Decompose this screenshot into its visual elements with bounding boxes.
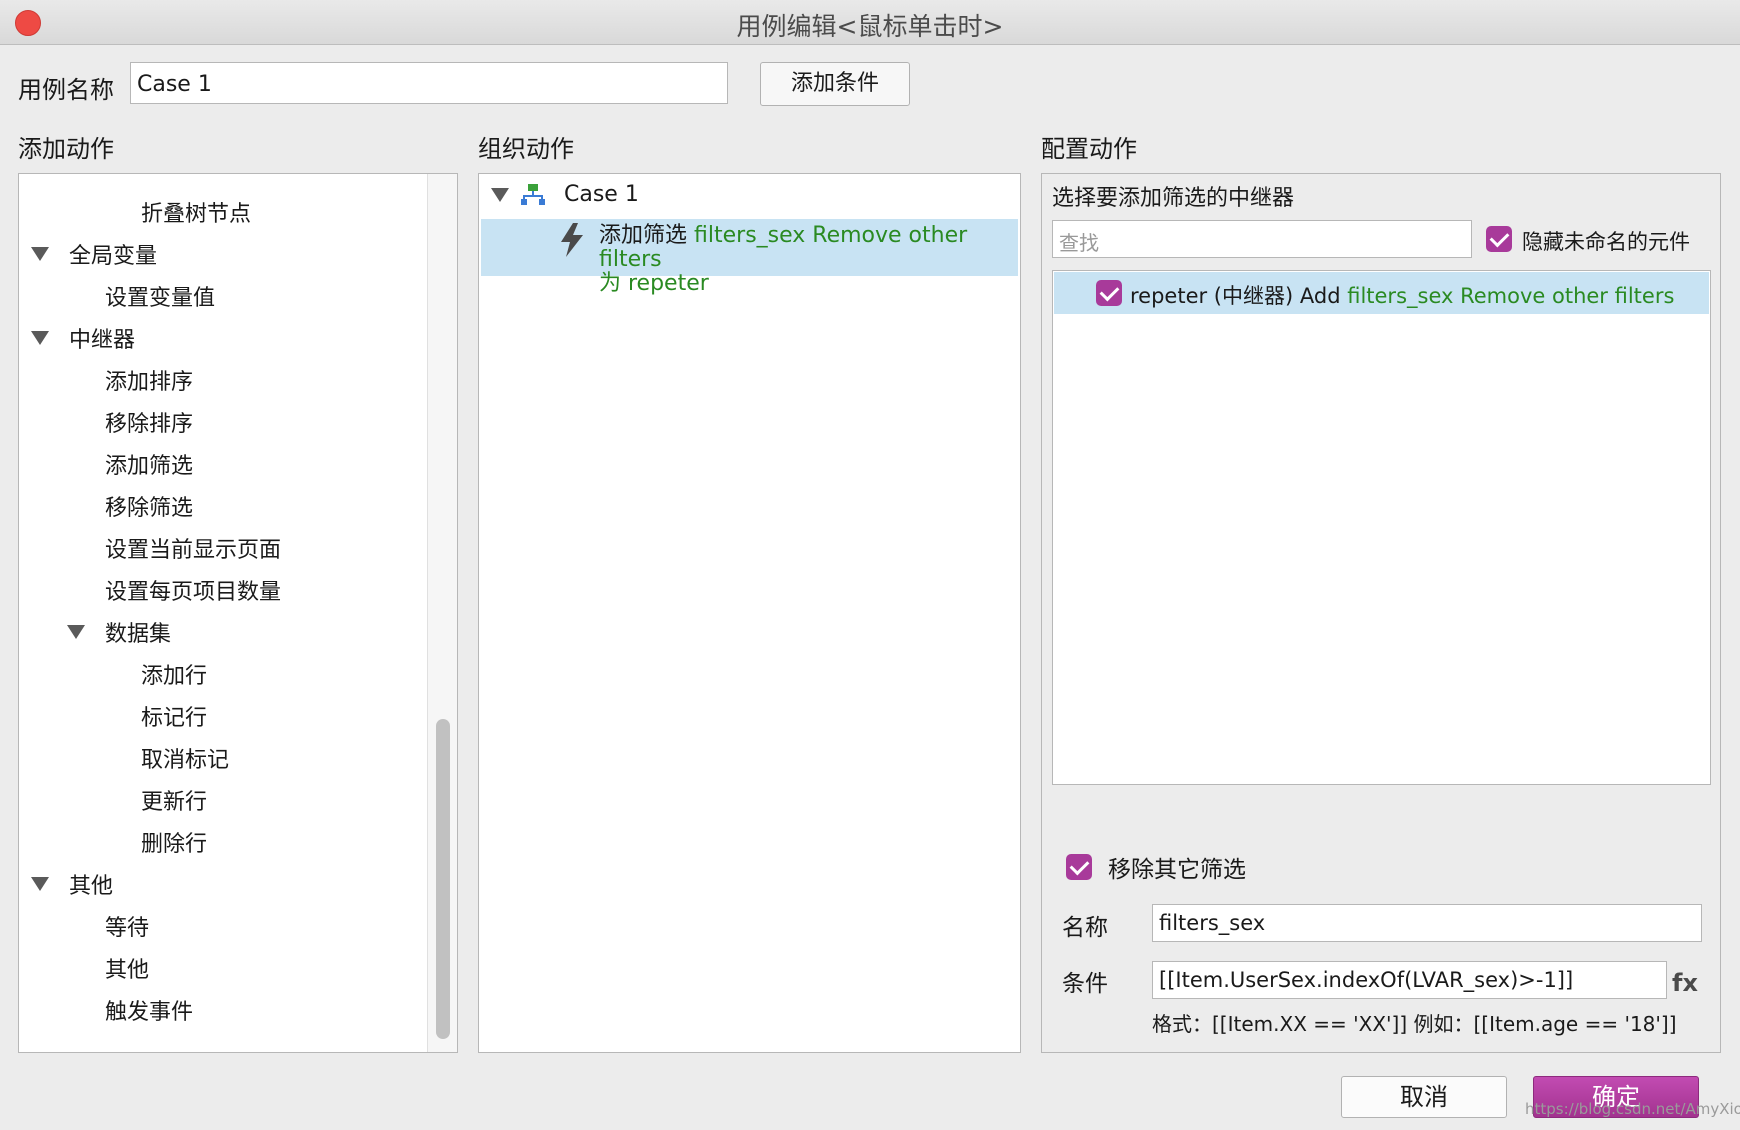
tree-item-add-row[interactable]: 添加行 — [141, 658, 207, 690]
tree-item-set-variable-value[interactable]: 设置变量值 — [105, 280, 215, 312]
tree-scrollbar[interactable] — [427, 174, 457, 1052]
remove-other-filters-checkbox[interactable] — [1066, 854, 1092, 880]
organize-actions-heading: 组织动作 — [478, 135, 574, 163]
tree-item-repeater[interactable]: 中继器 — [69, 322, 135, 354]
expand-toggle-icon[interactable] — [31, 247, 49, 261]
tree-item-delete-row[interactable]: 删除行 — [141, 826, 207, 858]
case-name-label: 用例名称 — [18, 76, 114, 104]
fx-editor-button[interactable]: fx — [1672, 969, 1698, 997]
filter-name-input[interactable]: filters_sex — [1152, 904, 1702, 942]
remove-other-filters-label: 移除其它筛选 — [1108, 857, 1246, 883]
hide-unnamed-label: 隐藏未命名的元件 — [1522, 230, 1690, 254]
tree-item-fire-event[interactable]: 触发事件 — [105, 994, 193, 1026]
organize-actions-panel: Case 1 添加筛选 filters_sex Remove other fil… — [478, 173, 1021, 1053]
repeater-list: repeter (中继器) Add filters_sex Remove oth… — [1052, 270, 1711, 785]
hide-unnamed-checkbox[interactable] — [1486, 226, 1512, 252]
tree-item-set-items-per-page[interactable]: 设置每页项目数量 — [105, 574, 281, 606]
tree-item-update-row[interactable]: 更新行 — [141, 784, 207, 816]
tree-item-collapse-tree-node[interactable]: 折叠树节点 — [141, 196, 251, 228]
repeater-select-checkbox[interactable] — [1096, 280, 1122, 306]
tree-item-remove-sort[interactable]: 移除排序 — [105, 406, 193, 438]
select-repeater-title: 选择要添加筛选的中继器 — [1052, 186, 1295, 211]
repeater-row-text: repeter (中继器) Add filters_sex Remove oth… — [1130, 280, 1674, 310]
tree-item-mark-row[interactable]: 标记行 — [141, 700, 207, 732]
add-actions-heading: 添加动作 — [18, 135, 114, 163]
scrollbar-thumb[interactable] — [436, 719, 450, 1039]
expand-toggle-icon[interactable] — [491, 188, 509, 202]
repeater-list-row[interactable]: repeter (中继器) Add filters_sex Remove oth… — [1054, 272, 1709, 314]
condition-label: 条件 — [1062, 971, 1108, 997]
filter-name-label: 名称 — [1062, 915, 1108, 941]
format-hint: 格式：[[Item.XX == 'XX']] 例如：[[Item.age == … — [1152, 1012, 1677, 1036]
tree-item-unmark[interactable]: 取消标记 — [141, 742, 229, 774]
case-node[interactable]: Case 1 — [564, 182, 639, 207]
tree-item-wait[interactable]: 等待 — [105, 910, 149, 942]
tree-item-set-current-page[interactable]: 设置当前显示页面 — [105, 532, 281, 564]
org-chart-icon — [521, 184, 545, 205]
action-target-repeater-text: 为 repeter — [599, 271, 709, 296]
title-bar: 用例编辑<鼠标单击时> — [0, 0, 1740, 45]
search-input[interactable]: 查找 — [1052, 220, 1472, 258]
lightning-bolt-icon — [561, 223, 583, 257]
case-editor-dialog: 用例编辑<鼠标单击时> 用例名称 Case 1 添加条件 添加动作 组织动作 配… — [0, 0, 1740, 1130]
add-actions-tree-panel: 折叠树节点 全局变量 设置变量值 中继器 添加排序 移除排序 添加筛选 移除筛选… — [18, 173, 458, 1053]
watermark: https://blog.csdn.net/AmyXiom — [1525, 1100, 1740, 1118]
tree-item-other[interactable]: 其他 — [105, 952, 149, 984]
repeater-filter-text: filters_sex Remove other filters — [1347, 284, 1675, 308]
configure-actions-panel: 选择要添加筛选的中继器 查找 隐藏未命名的元件 repeter (中继器) Ad… — [1041, 173, 1721, 1053]
tree-item-dataset[interactable]: 数据集 — [105, 616, 171, 648]
expand-toggle-icon[interactable] — [67, 625, 85, 639]
tree-item-add-sort[interactable]: 添加排序 — [105, 364, 193, 396]
expand-toggle-icon[interactable] — [31, 331, 49, 345]
action-type-text: 添加筛选 — [599, 223, 688, 248]
add-condition-button[interactable]: 添加条件 — [760, 62, 910, 106]
configure-actions-heading: 配置动作 — [1041, 135, 1137, 163]
action-description: 添加筛选 filters_sex Remove other filters 为 … — [599, 224, 1014, 296]
cancel-button[interactable]: 取消 — [1341, 1076, 1507, 1118]
selected-action-row[interactable]: 添加筛选 filters_sex Remove other filters 为 … — [481, 219, 1018, 296]
tree-item-add-filter[interactable]: 添加筛选 — [105, 448, 193, 480]
tree-item-global-variables[interactable]: 全局变量 — [69, 238, 157, 270]
case-name-input[interactable]: Case 1 — [130, 62, 728, 104]
window-title: 用例编辑<鼠标单击时> — [736, 12, 1004, 41]
repeater-name-text: repeter (中继器) Add — [1130, 284, 1341, 308]
expand-toggle-icon[interactable] — [31, 877, 49, 891]
tree-item-other-group[interactable]: 其他 — [69, 868, 113, 900]
tree-item-remove-filter[interactable]: 移除筛选 — [105, 490, 193, 522]
condition-input[interactable]: [[Item.UserSex.indexOf(LVAR_sex)>-1]] — [1152, 961, 1667, 999]
